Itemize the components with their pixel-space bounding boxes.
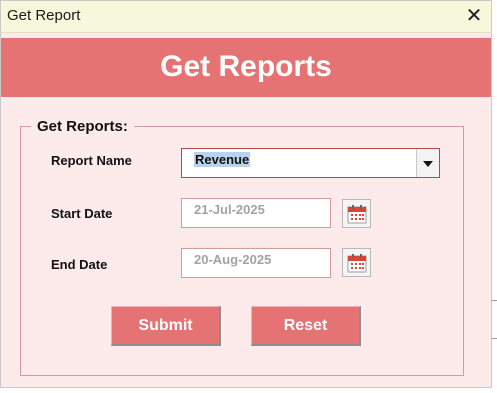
- start-date-label: Start Date: [51, 206, 113, 221]
- group-label: Get Reports:: [31, 118, 134, 135]
- reset-button[interactable]: Reset: [251, 306, 361, 346]
- end-date-calendar-button[interactable]: [342, 248, 371, 277]
- banner-title: Get Reports: [160, 50, 332, 83]
- end-date-label: End Date: [51, 257, 108, 272]
- window-title: Get Report: [7, 7, 81, 24]
- close-icon[interactable]: ✕: [457, 1, 491, 32]
- background-divider: [492, 300, 497, 301]
- calendar-icon: [347, 254, 367, 273]
- submit-button[interactable]: Submit: [111, 306, 221, 346]
- dropdown-button[interactable]: [416, 149, 439, 177]
- background-divider: [492, 338, 497, 339]
- end-date-field[interactable]: 20-Aug-2025: [181, 248, 331, 278]
- get-report-dialog: Get Report ✕ Get Reports Get Reports: Re…: [0, 0, 492, 388]
- start-date-field[interactable]: 21-Jul-2025: [181, 198, 331, 228]
- calendar-icon: [347, 205, 367, 224]
- header-banner: Get Reports: [1, 38, 491, 97]
- report-name-dropdown[interactable]: Revenue: [181, 148, 440, 178]
- report-name-label: Report Name: [51, 153, 132, 168]
- chevron-down-icon: [423, 161, 433, 167]
- title-bar: Get Report ✕: [1, 1, 491, 33]
- report-name-value: Revenue: [194, 152, 251, 167]
- start-date-calendar-button[interactable]: [342, 199, 371, 228]
